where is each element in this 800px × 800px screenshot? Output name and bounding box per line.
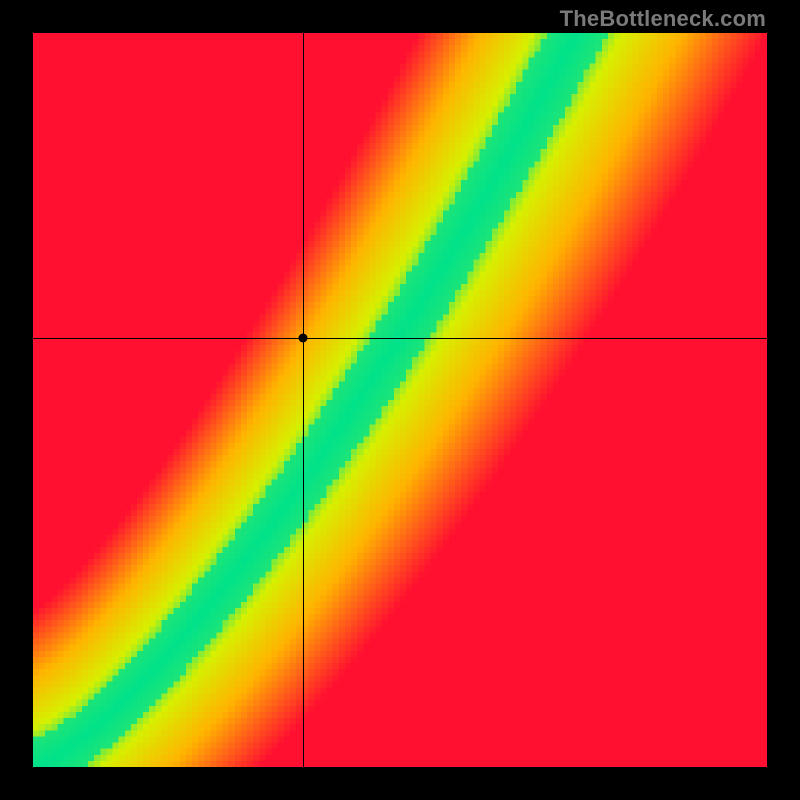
bottleneck-heatmap: [33, 33, 767, 767]
watermark-text: TheBottleneck.com: [560, 6, 766, 32]
crosshair-marker-dot: [299, 333, 308, 342]
crosshair-vertical: [303, 33, 304, 767]
chart-stage: TheBottleneck.com: [0, 0, 800, 800]
crosshair-horizontal: [33, 338, 767, 339]
